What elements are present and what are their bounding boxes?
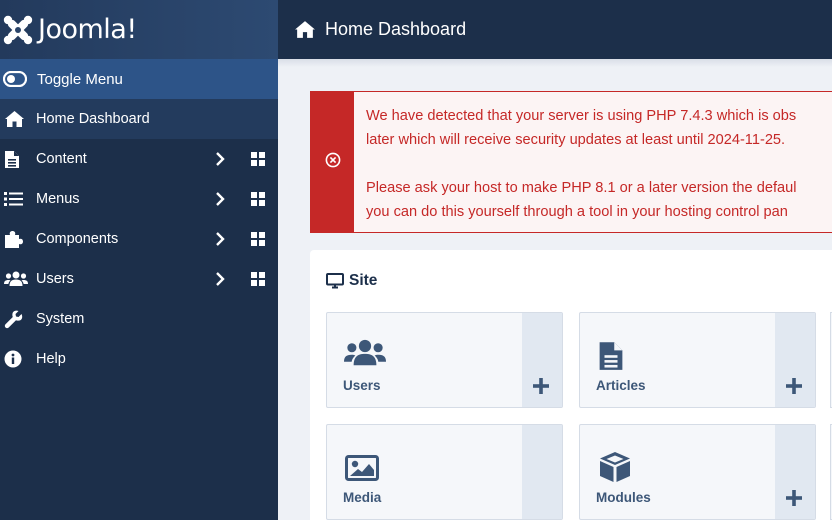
quickicon-media-link[interactable]: Media — [327, 425, 522, 519]
users-icon — [344, 339, 386, 372]
alert-line: Please ask your host to make PHP 8.1 or … — [366, 180, 797, 196]
joomla-logo-icon — [2, 14, 34, 46]
sidebar-item-menus[interactable]: Menus — [0, 179, 278, 219]
chevron-right-icon[interactable] — [215, 232, 225, 250]
plus-icon — [532, 377, 550, 400]
quickicon-label: Media — [343, 490, 382, 505]
sidebar: Joomla! Toggle Menu Home Dashboard Conte… — [0, 0, 278, 520]
sidebar-item-label: Users — [36, 271, 74, 287]
header-shadow — [278, 59, 832, 67]
dashboard-grid-icon[interactable] — [251, 232, 265, 250]
site-title-text: Site — [349, 272, 378, 289]
site-module: Site Users Articles Media Modules — [310, 250, 832, 520]
sidebar-item-label: Help — [36, 351, 66, 367]
file-icon — [0, 150, 36, 169]
home-icon — [0, 110, 36, 128]
sidebar-item-users[interactable]: Users — [0, 259, 278, 299]
php-version-alert: We have detected that your server is usi… — [310, 91, 832, 233]
cube-icon — [598, 451, 632, 488]
media-side-panel[interactable] — [522, 425, 562, 519]
sidebar-item-system[interactable]: System — [0, 299, 278, 339]
users-icon — [0, 271, 36, 287]
sidebar-item-home-dashboard[interactable]: Home Dashboard — [0, 99, 278, 139]
plus-icon — [785, 377, 803, 400]
add-article-button[interactable] — [775, 313, 815, 407]
dashboard-grid-icon[interactable] — [251, 272, 265, 290]
alert-line: later which will receive security update… — [366, 132, 786, 148]
add-user-button[interactable] — [522, 313, 562, 407]
image-icon — [345, 455, 379, 486]
brand-logo[interactable]: Joomla! — [0, 0, 278, 59]
main-content: We have detected that your server is usi… — [278, 59, 832, 520]
alert-icon-panel — [311, 92, 354, 232]
toggle-menu-button[interactable]: Toggle Menu — [0, 59, 278, 99]
list-icon — [0, 191, 36, 207]
quickicon-articles: Articles — [579, 312, 816, 408]
quickicon-users-link[interactable]: Users — [327, 313, 522, 407]
sidebar-item-label: Components — [36, 231, 119, 247]
plus-icon — [785, 489, 803, 512]
sidebar-item-content[interactable]: Content — [0, 139, 278, 179]
brand-name: Joomla! — [38, 14, 137, 45]
chevron-right-icon[interactable] — [215, 272, 225, 290]
quickicon-articles-link[interactable]: Articles — [580, 313, 775, 407]
quickicon-label: Articles — [596, 378, 646, 393]
puzzle-icon — [0, 230, 36, 249]
sidebar-item-label: System — [36, 311, 85, 327]
quickicon-label: Modules — [596, 490, 651, 505]
toggle-menu-label: Toggle Menu — [37, 70, 123, 88]
error-circle-icon — [325, 152, 341, 173]
quickicon-users: Users — [326, 312, 563, 408]
page-title: Home Dashboard — [325, 19, 467, 39]
page-header: Home Dashboard — [278, 0, 832, 59]
sidebar-item-label: Content — [36, 151, 87, 167]
alert-line: you can do this yourself through a tool … — [366, 204, 788, 220]
dashboard-grid-icon[interactable] — [251, 152, 265, 170]
quickicon-modules-link[interactable]: Modules — [580, 425, 775, 519]
dashboard-grid-icon[interactable] — [251, 192, 265, 210]
quickicon-media: Media — [326, 424, 563, 520]
chevron-right-icon[interactable] — [215, 152, 225, 170]
chevron-right-icon[interactable] — [215, 192, 225, 210]
alert-message: We have detected that your server is usi… — [354, 92, 796, 232]
sidebar-item-components[interactable]: Components — [0, 219, 278, 259]
file-icon — [598, 340, 624, 377]
sidebar-item-label: Menus — [36, 191, 80, 207]
home-icon — [294, 20, 316, 39]
alert-line: We have detected that your server is usi… — [366, 108, 797, 124]
site-module-title: Site — [326, 272, 377, 290]
info-icon — [0, 350, 36, 368]
add-module-button[interactable] — [775, 425, 815, 519]
toggle-icon — [3, 71, 37, 87]
monitor-icon — [326, 273, 344, 289]
quickicon-label: Users — [343, 378, 381, 393]
quickicon-modules: Modules — [579, 424, 816, 520]
sidebar-item-help[interactable]: Help — [0, 339, 278, 379]
sidebar-item-label: Home Dashboard — [36, 111, 150, 127]
wrench-icon — [0, 310, 36, 329]
